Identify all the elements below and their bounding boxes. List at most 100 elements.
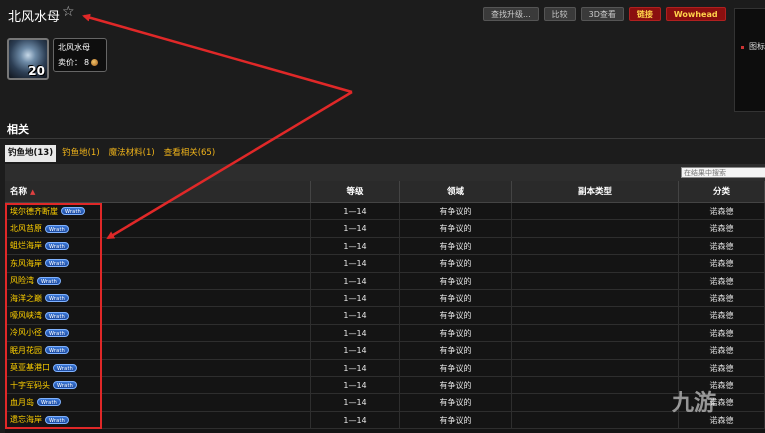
table-row[interactable]: 埃尔德齐断崖 Wrath 1—14 有争议的 诺森德 bbox=[5, 203, 765, 221]
instance-type-cell bbox=[512, 324, 679, 342]
level-cell: 1—14 bbox=[311, 237, 400, 255]
wowhead-button[interactable]: Wowhead bbox=[665, 7, 726, 21]
zone-name-cell: 埃尔德齐断崖 Wrath bbox=[5, 203, 311, 220]
table-row[interactable]: 遗忘海岸 Wrath 1—14 有争议的 诺森德 bbox=[5, 411, 765, 430]
wrath-expansion-badge: Wrath bbox=[37, 276, 61, 285]
category-cell[interactable]: 诺森德 bbox=[679, 307, 765, 324]
category-cell[interactable]: 诺森德 bbox=[679, 255, 765, 272]
zone-link[interactable]: 蛆烂海岸 bbox=[10, 238, 42, 254]
tab-2[interactable]: 钓鱼地(1) bbox=[59, 145, 103, 162]
table-row[interactable]: 莫亚基港口 Wrath 1—14 有争议的 诺森德 bbox=[5, 359, 765, 377]
zone-link[interactable]: 埃尔德齐断崖 bbox=[10, 203, 58, 219]
zone-name-cell: 十字军码头 Wrath bbox=[5, 376, 311, 394]
find-upgrade-button[interactable]: 查找升级... bbox=[483, 7, 539, 21]
search-input[interactable] bbox=[681, 167, 765, 178]
tab-1[interactable]: 钓鱼地(13) bbox=[5, 145, 57, 162]
column-header-level[interactable]: 等级 bbox=[311, 181, 400, 202]
category-cell[interactable]: 诺森德 bbox=[679, 289, 765, 307]
table-row[interactable]: 嚎风峡湾 Wrath 1—14 有争议的 诺森德 bbox=[5, 307, 765, 325]
section-title: 相关 bbox=[7, 123, 29, 136]
column-header-name[interactable]: 名称 ▲ bbox=[5, 181, 311, 202]
territory-cell: 有争议的 bbox=[400, 289, 512, 307]
zone-name-cell: 海洋之巅 Wrath bbox=[5, 289, 311, 307]
table-header: 名称 ▲ 等级 领域 副本类型 分类 bbox=[5, 181, 765, 203]
level-cell: 1—14 bbox=[311, 394, 400, 411]
column-header-category[interactable]: 分类 bbox=[679, 181, 765, 202]
zone-name-cell: 嚎风峡湾 Wrath bbox=[5, 307, 311, 324]
zone-link[interactable]: 眠月花园 bbox=[10, 342, 42, 358]
wrath-expansion-badge: Wrath bbox=[53, 381, 77, 390]
zone-name-cell: 莫亚基港口 Wrath bbox=[5, 359, 311, 376]
page-title: 北风水母 bbox=[8, 10, 61, 25]
table-row[interactable]: 冷风小径 Wrath 1—14 有争议的 诺森德 bbox=[5, 324, 765, 343]
zone-name-cell: 冷风小径 Wrath bbox=[5, 324, 311, 342]
instance-type-cell bbox=[512, 359, 679, 376]
jellyfish-icon[interactable]: 20 bbox=[7, 38, 49, 80]
table-row[interactable]: 蛆烂海岸 Wrath 1—14 有争议的 诺森德 bbox=[5, 237, 765, 256]
zone-name-cell: 遗忘海岸 Wrath bbox=[5, 411, 311, 429]
link-button[interactable]: 链接 bbox=[628, 7, 661, 21]
side-panel-text: 图标 bbox=[749, 42, 765, 51]
category-cell[interactable]: 诺森德 bbox=[679, 203, 765, 220]
category-cell[interactable]: 诺森德 bbox=[679, 342, 765, 359]
instance-type-cell bbox=[512, 307, 679, 324]
compare-button[interactable]: 比较 bbox=[543, 7, 576, 21]
zone-link[interactable]: 风险湾 bbox=[10, 273, 34, 289]
table-row[interactable]: 海洋之巅 Wrath 1—14 有争议的 诺森德 bbox=[5, 289, 765, 308]
table-row[interactable]: 风险湾 Wrath 1—14 有争议的 诺森德 bbox=[5, 272, 765, 290]
category-cell[interactable]: 诺森德 bbox=[679, 237, 765, 255]
related-tabs: 钓鱼地(13) 钓鱼地(1) 魔法材料(1) 查看相关(65) bbox=[5, 145, 218, 162]
table-body: 埃尔德齐断崖 Wrath 1—14 有争议的 诺森德 北风苔原 Wrath 1—14 有争议的诺… bbox=[5, 203, 765, 430]
zone-link[interactable]: 血月岛 bbox=[10, 394, 34, 410]
zone-link[interactable]: 十字军码头 bbox=[10, 377, 50, 393]
territory-cell: 有争议的 bbox=[400, 272, 512, 289]
territory-cell: 有争议的 bbox=[400, 307, 512, 324]
column-header-name-label: 名称 bbox=[10, 187, 28, 197]
zone-link[interactable]: 冷风小径 bbox=[10, 325, 42, 341]
wrath-expansion-badge: Wrath bbox=[45, 415, 69, 424]
territory-cell: 有争议的 bbox=[400, 220, 512, 237]
table-row[interactable]: 血月岛 Wrath 1—14 有争议的 诺森德 bbox=[5, 394, 765, 412]
level-cell: 1—14 bbox=[311, 411, 400, 429]
level-cell: 1—14 bbox=[311, 220, 400, 237]
instance-type-cell bbox=[512, 342, 679, 359]
filter-bar bbox=[5, 164, 765, 181]
instance-type-cell bbox=[512, 220, 679, 237]
table-row[interactable]: 东风海岸 Wrath 1—14 有争议的 诺森德 bbox=[5, 255, 765, 273]
territory-cell: 有争议的 bbox=[400, 255, 512, 272]
zone-link[interactable]: 东风海岸 bbox=[10, 255, 42, 271]
zone-name-cell: 北风苔原 Wrath bbox=[5, 220, 311, 237]
table-row[interactable]: 北风苔原 Wrath 1—14 有争议的 诺森德 bbox=[5, 220, 765, 238]
zone-name-cell: 眠月花园 Wrath bbox=[5, 342, 311, 359]
sort-ascending-icon: ▲ bbox=[29, 188, 36, 196]
star-icon[interactable]: ☆ bbox=[62, 4, 75, 20]
zone-link[interactable]: 遗忘海岸 bbox=[10, 412, 42, 428]
tab-4[interactable]: 查看相关(65) bbox=[161, 145, 218, 162]
level-cell: 1—14 bbox=[311, 324, 400, 342]
table-row[interactable]: 十字军码头 Wrath 1—14 有争议的 诺森德 bbox=[5, 376, 765, 395]
wrath-expansion-badge: Wrath bbox=[45, 311, 69, 320]
table-row[interactable]: 眠月花园 Wrath 1—14 有争议的 诺森德 bbox=[5, 342, 765, 360]
wrath-expansion-badge: Wrath bbox=[37, 398, 61, 407]
tab-3[interactable]: 魔法材料(1) bbox=[106, 145, 158, 162]
watermark-logo: 九游 bbox=[672, 385, 716, 417]
zone-link[interactable]: 北风苔原 bbox=[10, 220, 42, 236]
wrath-expansion-badge: Wrath bbox=[45, 346, 69, 355]
level-cell: 1—14 bbox=[311, 272, 400, 289]
view-3d-button[interactable]: 3D查看 bbox=[580, 7, 624, 21]
zone-link[interactable]: 莫亚基港口 bbox=[10, 360, 50, 376]
zone-link[interactable]: 海洋之巅 bbox=[10, 290, 42, 306]
toolbar: 查找升级... 比较 3D查看 链接 Wowhead bbox=[483, 7, 726, 21]
zone-link[interactable]: 嚎风峡湾 bbox=[10, 307, 42, 323]
category-cell[interactable]: 诺森德 bbox=[679, 359, 765, 376]
column-header-instance-type[interactable]: 副本类型 bbox=[512, 181, 679, 202]
wrath-expansion-badge: Wrath bbox=[53, 363, 77, 372]
wrath-expansion-badge: Wrath bbox=[45, 328, 69, 337]
category-cell[interactable]: 诺森德 bbox=[679, 272, 765, 289]
category-cell[interactable]: 诺森德 bbox=[679, 220, 765, 237]
side-panel: 图标 bbox=[734, 8, 765, 112]
category-cell[interactable]: 诺森德 bbox=[679, 324, 765, 342]
column-header-territory[interactable]: 领域 bbox=[400, 181, 512, 202]
instance-type-cell bbox=[512, 394, 679, 411]
level-cell: 1—14 bbox=[311, 289, 400, 307]
